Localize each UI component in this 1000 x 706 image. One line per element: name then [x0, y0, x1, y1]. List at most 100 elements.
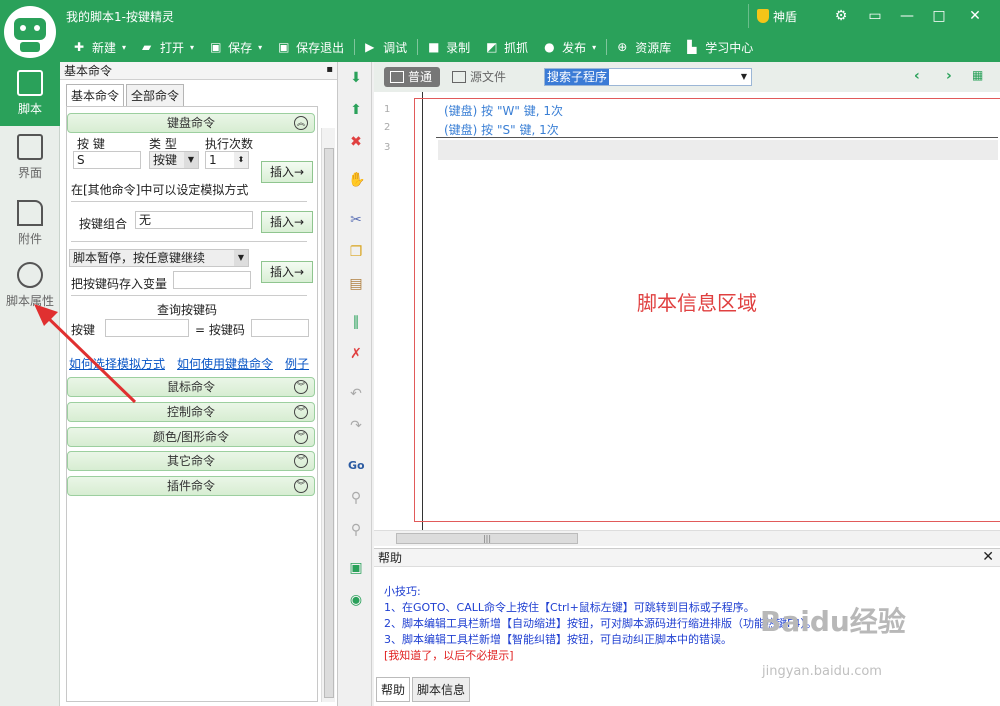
publish-icon: ●	[544, 40, 555, 54]
nav-label: 界面	[17, 166, 42, 180]
next-arrow-icon[interactable]: ›	[946, 68, 952, 84]
move-down-icon[interactable]: ⬇	[348, 70, 364, 86]
help-panel: 帮助 ✕ 小技巧: 1、在GOTO、CALL命令上按住【Ctrl+鼠标左键】可跳…	[374, 548, 1000, 706]
close-button[interactable]: ✕	[960, 4, 990, 28]
delete-icon[interactable]: ✖	[348, 134, 364, 150]
shield-button[interactable]: 神盾	[748, 4, 808, 28]
subroutine-search[interactable]: 搜索子程序 ▼	[544, 68, 752, 86]
dismiss-link[interactable]: [我知道了，以后不必提示]	[384, 647, 514, 663]
key-input[interactable]: S	[73, 151, 141, 169]
close-icon[interactable]: ✕	[982, 549, 994, 565]
query-key-input[interactable]	[105, 319, 189, 337]
script-icon	[17, 70, 43, 96]
skin-icon[interactable]: ▭	[860, 4, 890, 28]
minimize-button[interactable]: —	[892, 4, 922, 28]
publish-button[interactable]: ● 发布 ▾	[536, 35, 604, 59]
move-up-icon[interactable]: ⬆	[348, 102, 364, 118]
find-next-icon[interactable]: ⚲	[348, 522, 364, 538]
line-number: 1	[384, 104, 391, 115]
chevron-down-icon[interactable]: ︾	[294, 380, 308, 394]
plugin-group-header[interactable]: 插件命令 ︾	[67, 476, 315, 496]
tab-all[interactable]: 全部命令	[126, 84, 185, 106]
debug-button[interactable]: ▶ 调试	[357, 35, 415, 59]
insert-button[interactable]: 插入→	[261, 261, 313, 283]
mouse-group-header[interactable]: 鼠标命令 ︾	[67, 377, 315, 397]
nav-item-properties[interactable]: 脚本属性	[0, 254, 60, 318]
tab-help[interactable]: 帮助	[376, 677, 411, 702]
script-info-area[interactable]: 脚本信息区域	[414, 98, 1000, 522]
chevron-up-icon[interactable]: ︽	[294, 116, 308, 130]
tab-label: 普通	[408, 70, 433, 84]
other-group-header[interactable]: 其它命令 ︾	[67, 451, 315, 471]
settings-icon[interactable]: ⚙	[826, 4, 856, 28]
window-title: 我的脚本1-按键精灵	[66, 10, 174, 24]
link-mode[interactable]: 如何选择模拟方式	[69, 355, 165, 372]
maximize-button[interactable]: □	[924, 4, 954, 28]
tab-script-info[interactable]: 脚本信息	[412, 677, 471, 702]
pin-icon[interactable]: ▪	[326, 64, 333, 75]
chevron-down-icon[interactable]: ︾	[294, 479, 308, 493]
capture-button[interactable]: ◩ 抓抓	[478, 35, 536, 59]
resource-label: 资源库	[635, 40, 672, 55]
undo-icon[interactable]: ↶	[348, 386, 364, 402]
tab-normal[interactable]: 普通	[384, 67, 441, 87]
count-stepper[interactable]: 1 ⬍	[205, 151, 249, 169]
learn-icon: ▙	[687, 40, 697, 54]
redo-icon[interactable]: ↷	[348, 418, 364, 434]
tab-basic[interactable]: 基本命令	[66, 84, 125, 106]
copy-icon[interactable]: ❐	[348, 244, 364, 260]
new-button[interactable]: ✚ 新建 ▾	[66, 35, 134, 59]
folder-icon: ▰	[142, 40, 152, 54]
code-line[interactable]: (键盘) 按 "W" 键, 1次	[444, 102, 563, 119]
combo-label: 按键组合	[79, 217, 128, 231]
code-line[interactable]: (键盘) 按 "S" 键, 1次	[444, 121, 559, 138]
nav-item-attachment[interactable]: 附件	[0, 192, 60, 256]
resource-button[interactable]: ⊕ 资源库	[609, 35, 679, 59]
query-code-label: = 按键码	[195, 323, 245, 337]
query-code-input[interactable]	[251, 319, 309, 337]
left-nav: 脚本 界面 附件 脚本属性	[0, 62, 60, 706]
link-example[interactable]: 例子	[285, 355, 309, 372]
find-icon[interactable]: ⚲	[348, 490, 364, 506]
nav-item-layout[interactable]: 界面	[0, 126, 60, 190]
check-icon[interactable]: ◉	[348, 592, 364, 608]
help-tabs: 帮助 脚本信息	[376, 677, 472, 702]
goto-icon[interactable]: Go	[348, 458, 365, 474]
prev-arrow-icon[interactable]: ‹	[914, 68, 920, 84]
save-exit-button[interactable]: ▣ 保存退出	[270, 35, 352, 59]
hand-icon[interactable]: ✋	[348, 172, 365, 188]
link-usage[interactable]: 如何使用键盘命令	[177, 355, 273, 372]
save-button[interactable]: ▣ 保存 ▾	[202, 35, 270, 59]
capture-label: 抓抓	[504, 40, 529, 55]
insert-button[interactable]: 插入→	[261, 211, 313, 233]
group-label: 控制命令	[166, 405, 215, 419]
cmd-scrollbar[interactable]	[321, 128, 335, 702]
combo-input[interactable]: 无	[135, 211, 253, 229]
chevron-down-icon[interactable]: ︾	[294, 430, 308, 444]
nav-item-script[interactable]: 脚本	[0, 62, 60, 126]
layout-switch-icon[interactable]: ▦	[972, 68, 983, 82]
pause-select[interactable]: 脚本暂停，按任意键继续 ▼	[69, 249, 249, 267]
current-line[interactable]	[438, 140, 998, 160]
color-group-header[interactable]: 颜色/图形命令 ︾	[67, 427, 315, 447]
chevron-down-icon[interactable]: ︾	[294, 454, 308, 468]
control-group-header[interactable]: 控制命令 ︾	[67, 402, 315, 422]
record-button[interactable]: ■ 录制	[420, 35, 478, 59]
learn-button[interactable]: ▙ 学习中心	[679, 35, 761, 59]
paste-icon[interactable]: ▤	[348, 276, 364, 292]
uncomment-icon[interactable]: ✗	[348, 346, 364, 362]
chevron-down-icon[interactable]: ︾	[294, 405, 308, 419]
indent-icon[interactable]: ▣	[348, 560, 364, 576]
save-exit-icon: ▣	[278, 40, 290, 54]
main-toolbar: ✚ 新建 ▾ ▰ 打开 ▾ ▣ 保存 ▾ ▣ 保存退出 ▶ 调试 ■ 录制 ◩ 抓抓 ● 发布 ▾ ⊕ 资…	[66, 34, 761, 60]
cut-icon[interactable]: ✂	[348, 212, 364, 228]
tab-source[interactable]: 源文件	[446, 67, 514, 87]
editor-hscrollbar[interactable]: |||	[374, 530, 1000, 546]
type-select[interactable]: 按键 ▼	[149, 151, 199, 169]
comment-icon[interactable]: ∥	[348, 314, 364, 330]
keyboard-group-header[interactable]: 键盘命令 ︽	[67, 113, 315, 133]
line-number: 2	[384, 122, 391, 133]
store-var-input[interactable]	[173, 271, 251, 289]
insert-button[interactable]: 插入→	[261, 161, 313, 183]
open-button[interactable]: ▰ 打开 ▾	[134, 35, 202, 59]
